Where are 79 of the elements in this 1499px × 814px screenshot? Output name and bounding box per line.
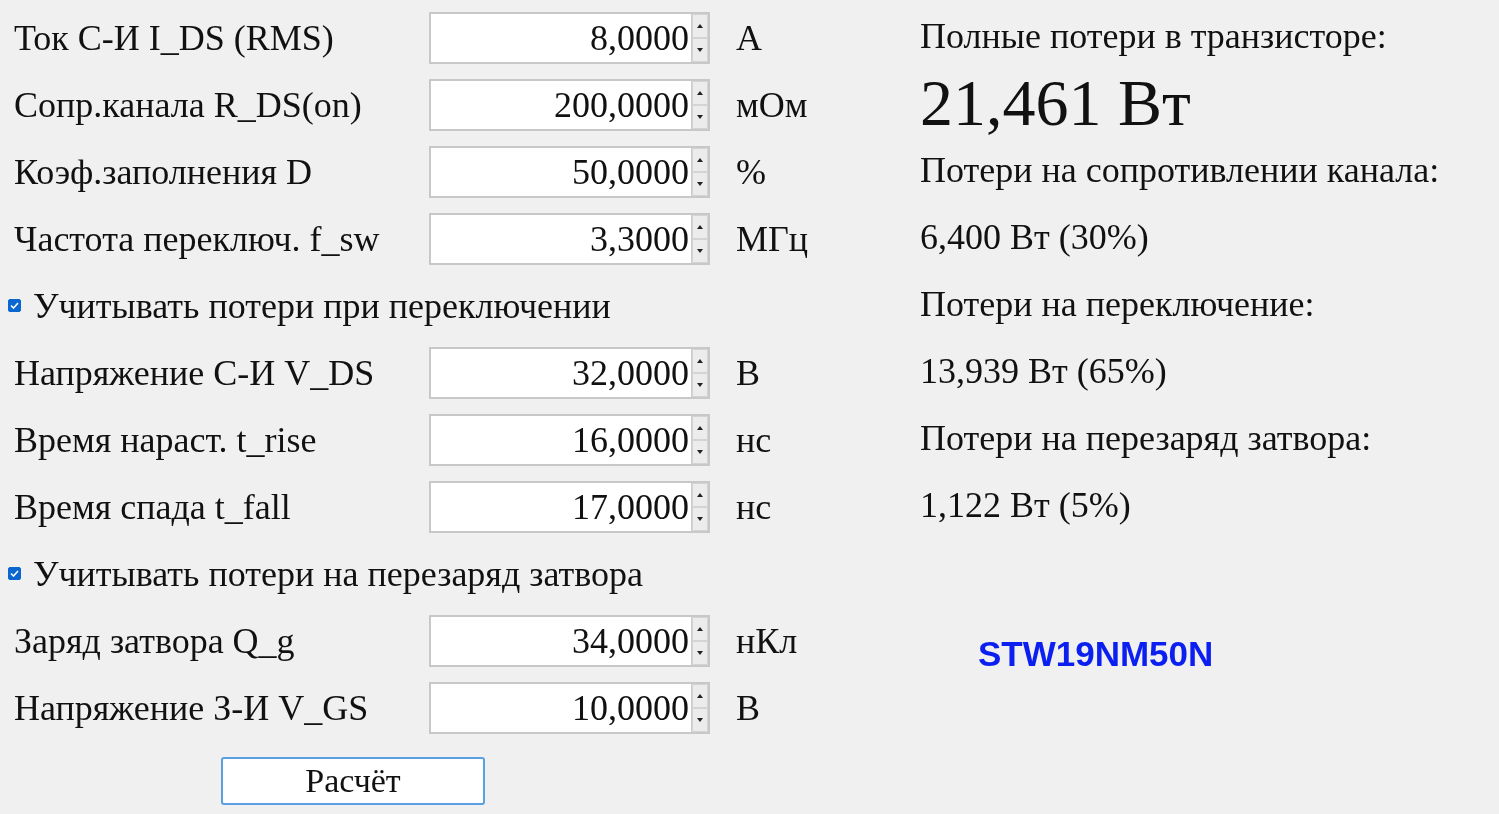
checkbox[interactable] bbox=[8, 567, 21, 580]
spin-down-button[interactable] bbox=[692, 37, 708, 62]
caret-up-icon bbox=[697, 90, 703, 95]
caret-down-icon bbox=[697, 114, 703, 119]
result-value: 13,939 Вт (65%) bbox=[920, 349, 1167, 392]
result-value: 1,122 Вт (5%) bbox=[920, 483, 1131, 526]
number-spinbox[interactable]: 34,0000 bbox=[429, 614, 710, 667]
caret-up-icon bbox=[697, 626, 703, 631]
unit-label: нКл bbox=[736, 619, 798, 662]
spin-up-button[interactable] bbox=[692, 616, 708, 641]
caret-up-icon bbox=[697, 425, 703, 430]
number-spinbox[interactable]: 10,0000 bbox=[429, 681, 710, 734]
checkbox[interactable] bbox=[8, 299, 21, 312]
caret-up-icon bbox=[697, 358, 703, 363]
unit-label: В bbox=[736, 686, 760, 729]
unit-label: % bbox=[736, 150, 766, 193]
unit-label: мОм bbox=[736, 83, 808, 126]
number-spinbox[interactable]: 8,0000 bbox=[429, 11, 710, 64]
spin-up-button[interactable] bbox=[692, 13, 708, 38]
unit-label: В bbox=[736, 351, 760, 394]
unit-label: нс bbox=[736, 485, 772, 528]
checkbox-label: Учитывать потери на перезаряд затвора bbox=[33, 552, 643, 595]
check-icon bbox=[10, 570, 19, 577]
spin-up-button[interactable] bbox=[692, 348, 708, 373]
field-label: Ток С-И I_DS (RMS) bbox=[13, 16, 335, 59]
calculate-button[interactable]: Расчёт bbox=[221, 757, 485, 805]
checkbox-label: Учитывать потери при переключении bbox=[33, 284, 611, 327]
spin-down-button[interactable] bbox=[692, 439, 708, 464]
number-spinbox[interactable]: 17,0000 bbox=[429, 480, 710, 533]
caret-down-icon bbox=[697, 449, 703, 454]
field-label: Частота переключ. f_sw bbox=[13, 217, 381, 260]
field-label: Заряд затвора Q_g bbox=[13, 619, 296, 662]
unit-label: нс bbox=[736, 418, 772, 461]
spin-up-button[interactable] bbox=[692, 214, 708, 239]
spin-up-button[interactable] bbox=[692, 147, 708, 172]
result-label: Потери на переключение: bbox=[920, 282, 1315, 325]
number-spinbox[interactable]: 16,0000 bbox=[429, 413, 710, 466]
unit-label: МГц bbox=[736, 217, 809, 260]
spin-down-button[interactable] bbox=[692, 171, 708, 196]
unit-label: А bbox=[736, 16, 762, 59]
spin-down-button[interactable] bbox=[692, 104, 708, 129]
field-label: Время спада t_fall bbox=[13, 485, 292, 528]
caret-up-icon bbox=[697, 693, 703, 698]
caret-down-icon bbox=[697, 717, 703, 722]
spin-down-button[interactable] bbox=[692, 707, 708, 732]
caret-down-icon bbox=[697, 516, 703, 521]
field-label: Коэф.заполнения D bbox=[13, 150, 314, 193]
number-spinbox[interactable]: 50,0000 bbox=[429, 145, 710, 198]
field-label: Сопр.канала R_DS(on) bbox=[13, 83, 363, 126]
result-value: 6,400 Вт (30%) bbox=[920, 215, 1149, 258]
spin-down-button[interactable] bbox=[692, 506, 708, 531]
number-spinbox[interactable]: 3,3000 bbox=[429, 212, 710, 265]
spin-up-button[interactable] bbox=[692, 683, 708, 708]
spin-down-button[interactable] bbox=[692, 640, 708, 665]
result-label: Потери на перезаряд затвора: bbox=[920, 416, 1372, 459]
caret-up-icon bbox=[697, 492, 703, 497]
spin-up-button[interactable] bbox=[692, 415, 708, 440]
spin-up-button[interactable] bbox=[692, 482, 708, 507]
caret-down-icon bbox=[697, 248, 703, 253]
result-label: Полные потери в транзисторе: bbox=[920, 14, 1387, 57]
field-label: Время нараст. t_rise bbox=[13, 418, 318, 461]
caret-down-icon bbox=[697, 650, 703, 655]
caret-down-icon bbox=[697, 382, 703, 387]
spin-down-button[interactable] bbox=[692, 372, 708, 397]
caret-down-icon bbox=[697, 181, 703, 186]
result-label: Потери на сопротивлении канала: bbox=[920, 148, 1440, 191]
number-spinbox[interactable]: 32,0000 bbox=[429, 346, 710, 399]
number-spinbox[interactable]: 200,0000 bbox=[429, 78, 710, 131]
spin-down-button[interactable] bbox=[692, 238, 708, 263]
part-number: STW19NM50N bbox=[977, 634, 1215, 674]
field-label: Напряжение З-И V_GS bbox=[13, 686, 370, 729]
field-label: Напряжение С-И V_DS bbox=[13, 351, 376, 394]
check-icon bbox=[10, 302, 19, 309]
caret-up-icon bbox=[697, 23, 703, 28]
total-loss-value: 21,461 Вт bbox=[920, 64, 1191, 141]
spin-up-button[interactable] bbox=[692, 80, 708, 105]
caret-down-icon bbox=[697, 47, 703, 52]
caret-up-icon bbox=[697, 157, 703, 162]
caret-up-icon bbox=[697, 224, 703, 229]
